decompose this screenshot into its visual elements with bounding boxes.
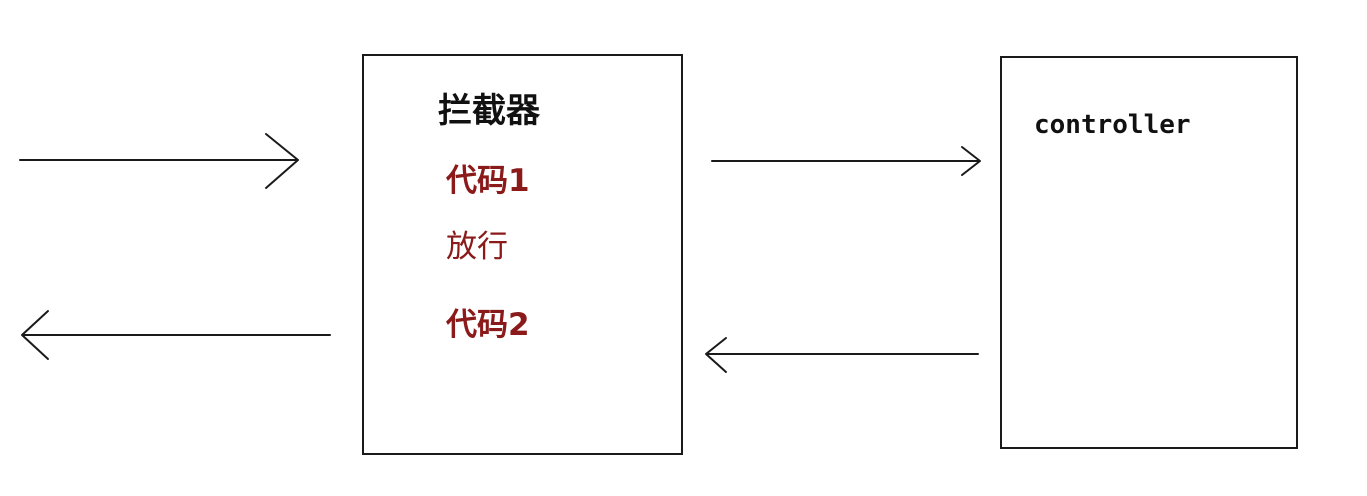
controller-label: controller [1034, 110, 1191, 140]
flow-diagram: 拦截器 代码1 放行 代码2 controller [0, 0, 1367, 496]
forward-to-controller-arrow [711, 146, 981, 176]
request-in-arrow [19, 133, 299, 189]
pass-label: 放行 [446, 229, 508, 265]
interceptor-title: 拦截器 [438, 91, 540, 131]
return-from-controller-arrow [705, 337, 979, 373]
response-out-arrow [21, 310, 331, 360]
code2-label: 代码2 [446, 307, 530, 343]
code1-label: 代码1 [446, 163, 530, 199]
